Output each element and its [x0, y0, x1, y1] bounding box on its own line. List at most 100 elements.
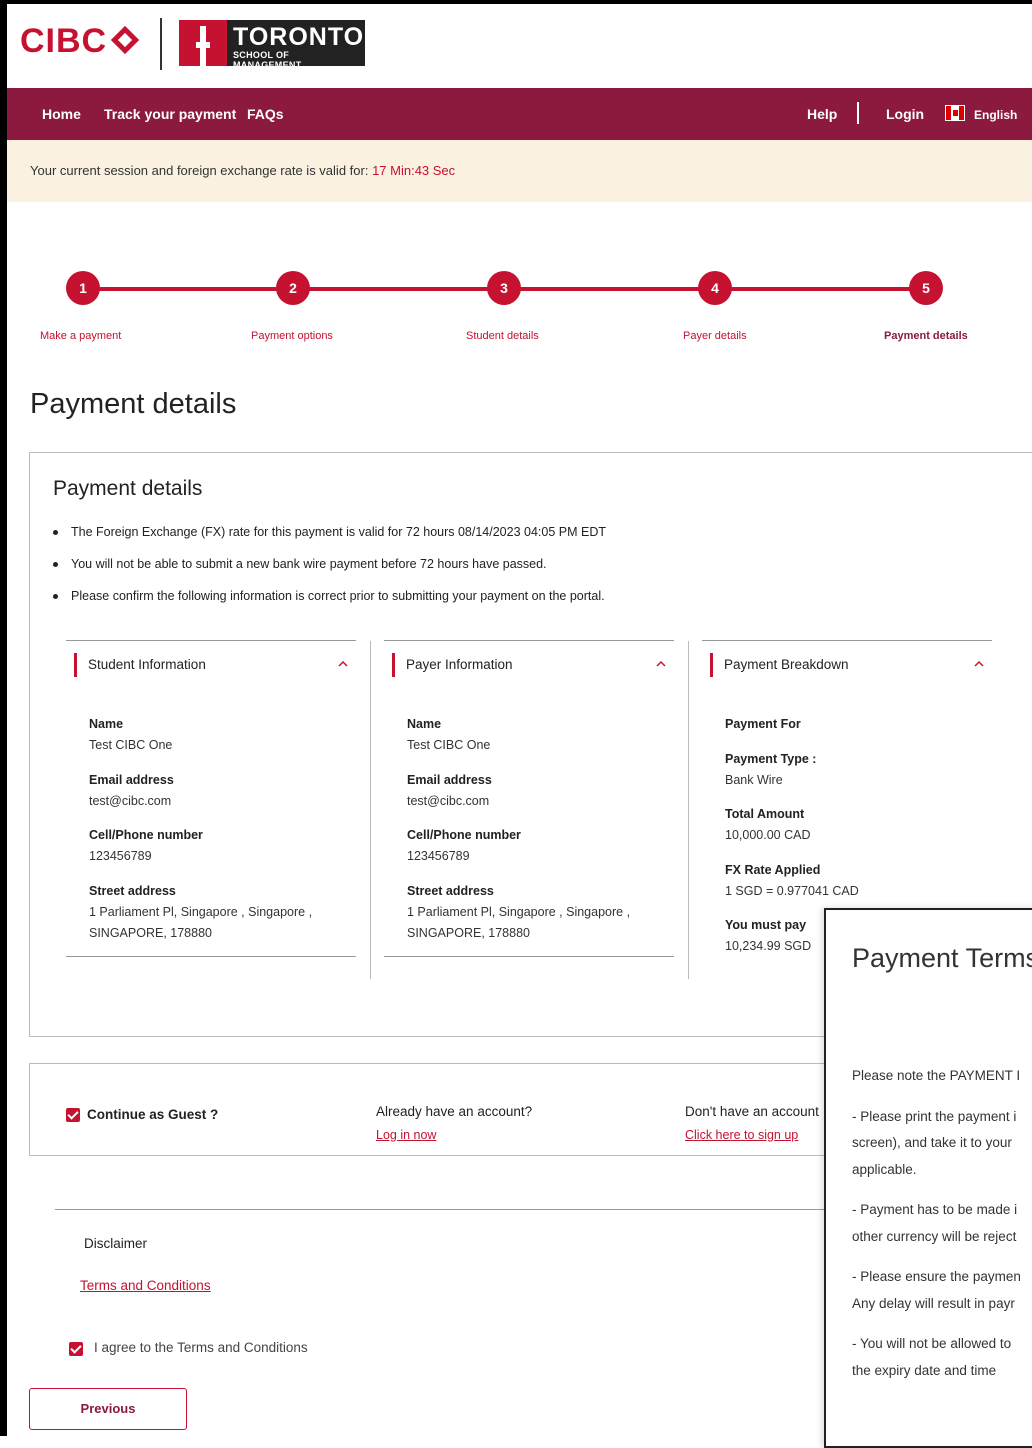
- field-value: 1 Parliament Pl, Singapore , Singapore ,: [407, 905, 631, 919]
- agree-terms-checkbox[interactable]: [69, 1342, 83, 1356]
- nav-track-payment[interactable]: Track your payment: [104, 106, 236, 122]
- field-value: 10,234.99 SGD: [725, 939, 812, 953]
- section-divider: [55, 1209, 835, 1210]
- nav-divider: [857, 102, 859, 124]
- field-value: 123456789: [89, 849, 152, 863]
- field-label: Total Amount: [725, 807, 805, 821]
- toronto-wordmark: TORONTO SCHOOL OF MANAGEMENT: [227, 20, 365, 70]
- field-value: 123456789: [407, 849, 470, 863]
- modal-text-line: - Payment has to be made i: [852, 1202, 1018, 1217]
- step-5-label: Payment details: [884, 330, 968, 342]
- card-title: Payment details: [53, 477, 203, 500]
- page-title: Payment details: [30, 388, 237, 420]
- student-address-field: Street address 1 Parliament Pl, Singapore…: [89, 881, 312, 944]
- payer-info-section: Payer Information: [384, 640, 674, 689]
- sign-up-link[interactable]: Click here to sign up: [685, 1128, 798, 1142]
- field-value: 10,000.00 CAD: [725, 828, 811, 842]
- canada-flag-icon[interactable]: [945, 105, 965, 121]
- field-label: Cell/Phone number: [89, 828, 203, 842]
- info-bullets: The Foreign Exchange (FX) rate for this …: [53, 522, 1013, 618]
- section-accent-bar: [710, 653, 713, 677]
- modal-text-line: - You will not be allowed to: [852, 1336, 1012, 1351]
- section-bottom-border: [66, 956, 356, 957]
- field-label: Name: [89, 717, 124, 731]
- payer-phone-field: Cell/Phone number 123456789: [407, 825, 521, 867]
- student-info-header[interactable]: Student Information: [66, 641, 356, 689]
- nav-language[interactable]: English: [974, 108, 1017, 122]
- chevron-up-icon[interactable]: [656, 659, 666, 669]
- step-1-circle: 1: [66, 271, 100, 305]
- previous-button[interactable]: Previous: [29, 1388, 187, 1430]
- continue-guest-checkbox[interactable]: [66, 1108, 80, 1122]
- step-5-circle: 5: [909, 271, 943, 305]
- field-label: FX Rate Applied: [725, 863, 821, 877]
- payer-address-field: Street address 1 Parliament Pl, Singapore…: [407, 881, 630, 944]
- payment-breakdown-title: Payment Breakdown: [724, 657, 849, 672]
- payer-name-field: Name Test CIBC One: [407, 714, 490, 756]
- toronto-word: TORONTO: [233, 23, 365, 51]
- session-banner: Your current session and foreign exchang…: [7, 140, 1032, 202]
- step-3-label: Student details: [466, 330, 539, 342]
- field-label: You must pay: [725, 918, 807, 932]
- field-label: Cell/Phone number: [407, 828, 521, 842]
- session-text: Your current session and foreign exchang…: [30, 163, 373, 178]
- chevron-up-icon[interactable]: [974, 659, 984, 669]
- modal-text-line: screen), and take it to your: [852, 1135, 1012, 1150]
- field-label: Street address: [407, 884, 494, 898]
- field-value: SINGAPORE, 178880: [407, 926, 530, 940]
- nav-help[interactable]: Help: [807, 106, 837, 122]
- payment-breakdown-header[interactable]: Payment Breakdown: [702, 641, 992, 689]
- bullet-item: You will not be able to submit a new ban…: [53, 554, 1013, 586]
- step-3-circle: 3: [487, 271, 521, 305]
- total-amount-field: Total Amount 10,000.00 CAD: [725, 804, 810, 846]
- section-bottom-border: [384, 956, 674, 957]
- field-value: 1 SGD = 0.977041 CAD: [725, 884, 859, 898]
- window-frame-left: [0, 0, 7, 1436]
- main-nav: Home Track your payment FAQs Help Login …: [7, 88, 1032, 140]
- payer-info-title: Payer Information: [406, 657, 513, 672]
- continue-guest-label: Continue as Guest ?: [87, 1107, 219, 1122]
- toronto-school-logo: TORONTO SCHOOL OF MANAGEMENT: [179, 20, 365, 70]
- cibc-logo-text: CIBC: [20, 22, 108, 60]
- agree-terms-label: I agree to the Terms and Conditions: [94, 1340, 308, 1355]
- student-info-section: Student Information: [66, 640, 356, 689]
- payment-for-field: Payment For: [725, 714, 801, 735]
- modal-text-line: - Please ensure the paymen: [852, 1269, 1021, 1284]
- nav-faqs[interactable]: FAQs: [247, 106, 284, 122]
- terms-link[interactable]: Terms and Conditions: [80, 1278, 211, 1293]
- modal-text-line: - Please print the payment i: [852, 1109, 1017, 1124]
- disclaimer-title: Disclaimer: [84, 1236, 148, 1251]
- bullet-item: Please confirm the following information…: [53, 586, 1013, 618]
- section-accent-bar: [74, 653, 77, 677]
- nav-login[interactable]: Login: [886, 106, 924, 122]
- field-label: Street address: [89, 884, 176, 898]
- field-label: Payment Type :: [725, 752, 817, 766]
- modal-text-line: Any delay will result in payr: [852, 1296, 1015, 1311]
- payment-type-field: Payment Type : Bank Wire: [725, 749, 816, 791]
- nav-home[interactable]: Home: [42, 106, 81, 122]
- modal-text-line: other currency will be reject: [852, 1229, 1017, 1244]
- field-value: 1 Parliament Pl, Singapore , Singapore ,: [89, 905, 313, 919]
- section-accent-bar: [392, 653, 395, 677]
- cibc-logo[interactable]: CIBC: [20, 22, 140, 61]
- field-label: Email address: [407, 773, 492, 787]
- field-value: test@cibc.com: [407, 794, 490, 808]
- step-2-label: Payment options: [251, 330, 333, 342]
- modal-text-line: the expiry date and time: [852, 1363, 997, 1378]
- cn-tower-icon: [179, 20, 227, 66]
- have-account-text: Already have an account?: [376, 1104, 533, 1119]
- field-value: Bank Wire: [725, 773, 783, 787]
- fx-rate-field: FX Rate Applied 1 SGD = 0.977041 CAD: [725, 860, 859, 902]
- field-label: Email address: [89, 773, 174, 787]
- payment-breakdown-section: Payment Breakdown: [702, 640, 992, 689]
- step-2-circle: 2: [276, 271, 310, 305]
- school-of-management-text: SCHOOL OF MANAGEMENT: [233, 50, 302, 70]
- chevron-up-icon[interactable]: [338, 659, 348, 669]
- field-value: Test CIBC One: [89, 738, 173, 752]
- payer-email-field: Email address test@cibc.com: [407, 770, 492, 812]
- login-now-link[interactable]: Log in now: [376, 1128, 436, 1142]
- no-account-text: Don't have an account: [685, 1104, 819, 1119]
- payer-info-header[interactable]: Payer Information: [384, 641, 674, 689]
- logo-bar: CIBC TORONTO SCHOOL OF MANAGEMENT: [7, 4, 1032, 88]
- student-name-field: Name Test CIBC One: [89, 714, 172, 756]
